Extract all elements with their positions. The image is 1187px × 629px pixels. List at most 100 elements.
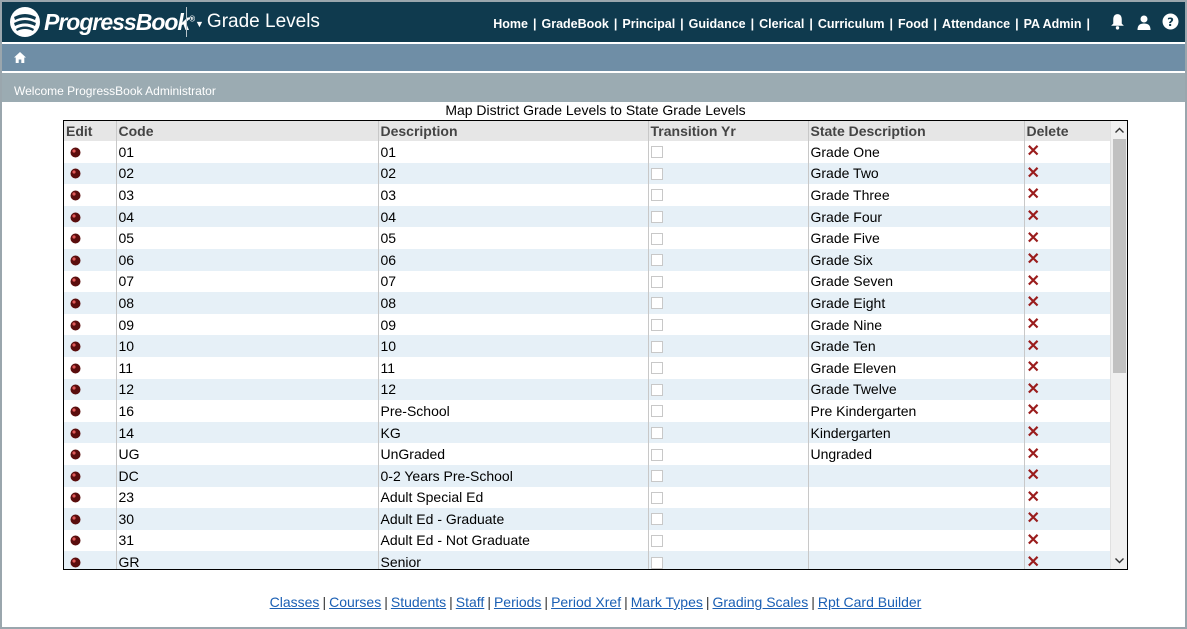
nav-link-curriculum[interactable]: Curriculum — [818, 17, 885, 31]
nav-link-attendance[interactable]: Attendance — [942, 17, 1010, 31]
edit-icon[interactable] — [70, 190, 81, 201]
edit-icon[interactable] — [70, 255, 81, 266]
module-selector[interactable]: ▼ Grade Levels — [195, 11, 320, 33]
edit-icon[interactable] — [70, 168, 81, 179]
transition-yr-checkbox[interactable] — [650, 211, 663, 224]
transition-yr-checkbox[interactable] — [650, 189, 663, 202]
transition-yr-checkbox[interactable] — [650, 491, 663, 504]
delete-icon[interactable]: ✕ — [1027, 294, 1040, 311]
user-icon[interactable] — [1136, 14, 1152, 30]
delete-icon[interactable]: ✕ — [1027, 230, 1040, 247]
edit-icon[interactable] — [70, 341, 81, 352]
transition-yr-cell — [648, 292, 809, 314]
transition-yr-checkbox[interactable] — [650, 427, 663, 440]
delete-icon[interactable]: ✕ — [1027, 446, 1040, 463]
delete-icon[interactable]: ✕ — [1027, 143, 1040, 160]
edit-cell — [64, 421, 117, 444]
delete-icon[interactable]: ✕ — [1027, 381, 1040, 398]
transition-yr-checkbox[interactable] — [650, 534, 663, 547]
code-cell: 12 — [116, 378, 379, 401]
delete-icon[interactable]: ✕ — [1027, 251, 1040, 268]
edit-icon[interactable] — [70, 298, 81, 309]
delete-icon[interactable]: ✕ — [1027, 554, 1040, 569]
delete-cell: ✕ — [1024, 486, 1111, 509]
state-description-cell: Grade Twelve — [808, 378, 1025, 401]
delete-icon[interactable]: ✕ — [1027, 208, 1040, 225]
transition-yr-checkbox[interactable] — [650, 383, 663, 396]
footer-link-rpt-card-builder[interactable]: Rpt Card Builder — [818, 594, 922, 610]
transition-yr-checkbox[interactable] — [650, 556, 663, 569]
chevron-down-icon — [1115, 557, 1124, 563]
home-icon[interactable] — [14, 52, 26, 63]
edit-icon[interactable] — [70, 557, 81, 568]
help-icon[interactable]: ? — [1162, 13, 1179, 30]
bell-icon[interactable] — [1109, 13, 1126, 30]
nav-link-home[interactable]: Home — [493, 17, 528, 31]
transition-yr-checkbox[interactable] — [650, 232, 663, 245]
edit-icon[interactable] — [70, 363, 81, 374]
delete-icon[interactable]: ✕ — [1027, 402, 1040, 419]
footer-link-grading-scales[interactable]: Grading Scales — [713, 594, 809, 610]
footer-link-courses[interactable]: Courses — [329, 594, 381, 610]
edit-icon[interactable] — [70, 276, 81, 287]
delete-icon[interactable]: ✕ — [1027, 467, 1040, 484]
footer-link-staff[interactable]: Staff — [456, 594, 485, 610]
edit-icon[interactable] — [70, 514, 81, 525]
delete-icon[interactable]: ✕ — [1027, 338, 1040, 355]
delete-icon[interactable]: ✕ — [1027, 186, 1040, 203]
grade-levels-table-container[interactable]: Edit Code Description Transition Yr Stat… — [63, 120, 1128, 570]
delete-icon[interactable]: ✕ — [1027, 165, 1040, 182]
edit-icon[interactable] — [70, 449, 81, 460]
transition-yr-checkbox[interactable] — [650, 362, 663, 375]
transition-yr-checkbox[interactable] — [650, 146, 663, 159]
description-cell: 02 — [378, 162, 649, 185]
transition-yr-checkbox[interactable] — [650, 448, 663, 461]
transition-yr-checkbox[interactable] — [650, 254, 663, 267]
edit-icon[interactable] — [70, 406, 81, 417]
scroll-down-button[interactable] — [1111, 552, 1127, 569]
delete-icon[interactable]: ✕ — [1027, 273, 1040, 290]
footer-link-students[interactable]: Students — [391, 594, 446, 610]
footer-link-periods[interactable]: Periods — [494, 594, 541, 610]
vertical-scrollbar[interactable] — [1110, 121, 1127, 569]
delete-icon[interactable]: ✕ — [1027, 316, 1040, 333]
column-header-edit: Edit — [64, 121, 117, 141]
delete-icon[interactable]: ✕ — [1027, 532, 1040, 549]
edit-icon[interactable] — [70, 471, 81, 482]
delete-icon[interactable]: ✕ — [1027, 489, 1040, 506]
scrollbar-thumb[interactable] — [1113, 139, 1126, 373]
edit-icon[interactable] — [70, 147, 81, 158]
delete-cell: ✕ — [1024, 270, 1111, 293]
edit-icon[interactable] — [70, 384, 81, 395]
nav-link-pa-admin[interactable]: PA Admin — [1024, 17, 1082, 31]
footer-link-classes[interactable]: Classes — [270, 594, 320, 610]
edit-icon[interactable] — [70, 320, 81, 331]
transition-yr-checkbox[interactable] — [650, 405, 663, 418]
delete-icon[interactable]: ✕ — [1027, 359, 1040, 376]
edit-cell — [64, 486, 117, 509]
transition-yr-checkbox[interactable] — [650, 513, 663, 526]
transition-yr-checkbox[interactable] — [650, 319, 663, 332]
edit-icon[interactable] — [70, 428, 81, 439]
delete-icon[interactable]: ✕ — [1027, 424, 1040, 441]
delete-icon[interactable]: ✕ — [1027, 510, 1040, 527]
transition-yr-checkbox[interactable] — [650, 340, 663, 353]
nav-link-clerical[interactable]: Clerical — [759, 17, 804, 31]
edit-icon[interactable] — [70, 535, 81, 546]
edit-icon[interactable] — [70, 492, 81, 503]
progressbook-logo[interactable]: ProgressBook® — [8, 5, 195, 39]
transition-yr-checkbox[interactable] — [650, 275, 663, 288]
nav-link-gradebook[interactable]: GradeBook — [541, 17, 608, 31]
edit-icon[interactable] — [70, 233, 81, 244]
transition-yr-checkbox[interactable] — [650, 297, 663, 310]
transition-yr-checkbox[interactable] — [650, 470, 663, 483]
transition-yr-checkbox[interactable] — [650, 167, 663, 180]
edit-icon[interactable] — [70, 212, 81, 223]
scroll-up-button[interactable] — [1111, 121, 1127, 138]
footer-link-mark-types[interactable]: Mark Types — [631, 594, 703, 610]
nav-link-food[interactable]: Food — [898, 17, 929, 31]
nav-link-guidance[interactable]: Guidance — [689, 17, 746, 31]
footer-link-period-xref[interactable]: Period Xref — [551, 594, 621, 610]
nav-link-principal[interactable]: Principal — [622, 17, 675, 31]
table-row: 16 Pre-School Pre Kindergarten ✕ — [64, 400, 1111, 422]
